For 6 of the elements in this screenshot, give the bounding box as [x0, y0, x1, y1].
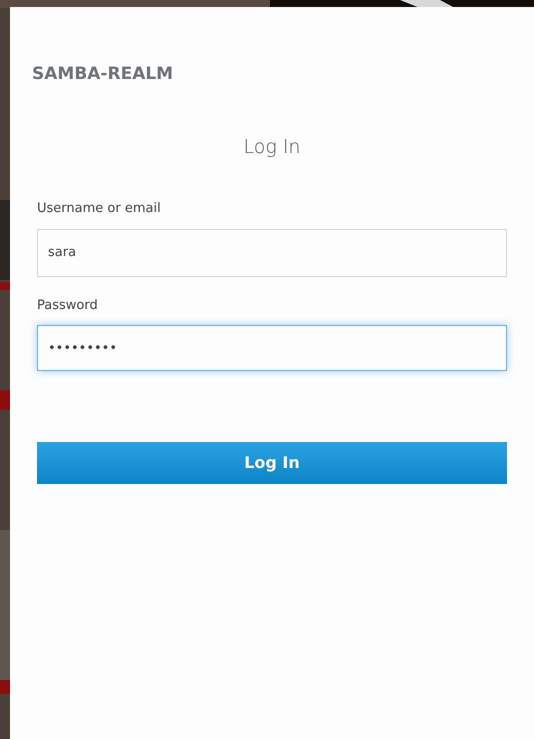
- realm-title: SAMBA-REALM: [32, 63, 174, 86]
- input-field[interactable]: sara: [37, 228, 507, 276]
- field-label: Username or email: [37, 200, 162, 218]
- form-heading: Log In: [244, 134, 300, 160]
- field-label: Password: [37, 296, 99, 314]
- input-field[interactable]: •••••••••: [37, 325, 507, 371]
